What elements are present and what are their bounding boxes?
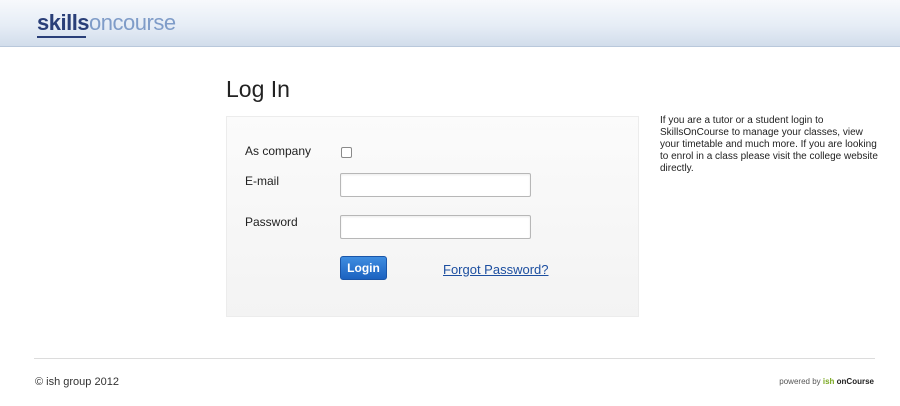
forgot-password-link[interactable]: Forgot Password?	[443, 262, 549, 277]
powered-by-prefix: powered by	[779, 377, 823, 386]
copyright-text: © ish group 2012	[35, 376, 119, 388]
footer-divider	[34, 358, 875, 359]
powered-by-oncourse: onCourse	[834, 377, 874, 386]
email-label: E-mail	[245, 174, 280, 188]
login-form-panel: As company E-mail Password Login Forgot …	[226, 116, 639, 317]
page-title: Log In	[226, 76, 290, 102]
site-header: skillsoncourse	[0, 0, 900, 47]
logo-underline	[37, 36, 86, 38]
password-field[interactable]	[340, 215, 531, 239]
login-info-text: If you are a tutor or a student login to…	[660, 115, 878, 174]
as-company-label: As company	[245, 144, 312, 158]
email-field[interactable]	[340, 173, 531, 197]
logo-oncourse-text: oncourse	[89, 10, 176, 35]
password-label: Password	[245, 215, 298, 229]
as-company-checkbox[interactable]	[341, 147, 352, 158]
login-button[interactable]: Login	[340, 256, 387, 280]
powered-by-ish: ish	[822, 377, 835, 386]
skills-oncourse-logo[interactable]: skillsoncourse	[37, 10, 176, 36]
powered-by-badge[interactable]: powered by ish onCourse	[779, 377, 874, 386]
logo-skills-text: skills	[37, 10, 90, 35]
